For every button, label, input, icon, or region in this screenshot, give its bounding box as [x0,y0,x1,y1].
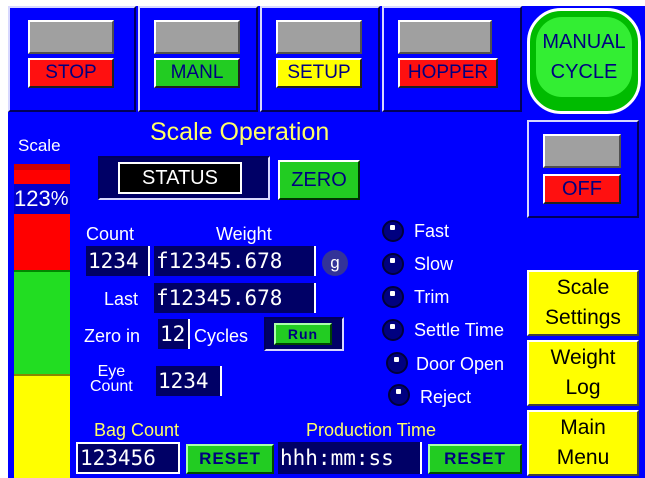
fast-indicator-light [382,220,404,242]
slow-indicator-label: Slow [414,254,454,274]
scale-bar-green-zone [14,270,70,374]
zero-button-label: ZERO [291,168,347,191]
trim-indicator-light [382,286,404,308]
trim-indicator-label: Trim [414,287,450,307]
scale-settings-line2: Settings [545,306,621,329]
status-display: STATUS [98,156,270,200]
hopper-status-indicator [398,20,492,54]
weight-label: Weight [216,224,272,244]
scale-bar: 123% [14,164,70,478]
door-open-indicator-label: Door Open [416,354,505,374]
manl-button-label: MANL [154,58,240,88]
off-status-indicator [543,134,621,168]
weight-log-line1: Weight [550,346,616,369]
zero-button[interactable]: ZERO [278,160,360,200]
manual-cycle-face: MANUAL CYCLE [536,17,632,97]
production-time-reset-label: RESET [444,449,506,468]
settle-time-indicator-light [382,319,404,341]
bag-count-reset-button[interactable]: RESET [186,444,274,474]
fast-indicator-label: Fast [414,221,450,241]
page-title: Scale Operation [150,118,330,146]
stop-button-label: STOP [28,58,114,88]
manual-cycle-button[interactable]: MANUAL CYCLE [527,8,641,114]
bag-count-reset-label: RESET [199,449,261,468]
main-menu-line2: Menu [556,446,610,469]
production-time-reset-button[interactable]: RESET [428,444,522,474]
zero-in-cycles-field: 12 [158,319,190,349]
bag-count-label: Bag Count [94,420,180,440]
door-open-indicator-light [386,352,408,374]
scale-settings-line1: Scale [556,276,610,299]
run-button-label: Run [287,326,319,342]
weight-log-button[interactable]: Weight Log [527,340,639,406]
hopper-button[interactable]: HOPPER [382,6,522,112]
count-label: Count [86,224,135,244]
production-time-label: Production Time [306,420,437,440]
setup-status-indicator [276,20,362,54]
production-time-field: hhh:mm:ss [278,442,422,474]
reject-indicator-light [388,384,410,406]
eye-count-label-line1: Eye [97,363,126,380]
last-label: Last [104,289,139,309]
zero-in-label: Zero in [84,326,141,346]
main-menu-button[interactable]: Main Menu [527,410,639,476]
stop-button[interactable]: STOP [8,6,136,112]
hmi-screen: STOP MANL SETUP HOPPER MANUAL CYCLE OFF … [8,6,645,478]
setup-button[interactable]: SETUP [260,6,380,112]
reject-indicator-label: Reject [420,387,472,407]
scale-settings-button[interactable]: Scale Settings [527,270,639,336]
eye-count-field: 1234 [156,366,222,396]
off-toggle-label: OFF [543,174,621,204]
manual-cycle-label-line1: MANUAL [542,31,626,53]
scale-percent-unit: % [50,187,69,210]
eye-count-label: Eye Count [90,363,133,395]
scale-label: Scale [18,136,61,155]
run-button-frame: Run [264,317,344,351]
setup-button-label: SETUP [276,58,362,88]
weight-field: f12345.678 [154,246,316,276]
weight-unit-label: g [330,253,340,272]
settle-time-indicator-label: Settle Time [414,320,505,340]
weight-unit-badge: g [322,250,348,276]
off-toggle[interactable]: OFF [527,120,639,218]
weight-log-line2: Log [565,376,601,399]
stop-status-indicator [28,20,114,54]
scale-percent-readout: 123% [14,184,70,214]
slow-indicator-light [382,253,404,275]
hopper-button-label: HOPPER [398,58,498,88]
count-field: 1234 [86,246,150,276]
scale-percent-value: 123 [14,186,51,211]
status-display-box: STATUS [118,162,242,194]
scale-bar-red-zone [14,164,70,272]
manual-cycle-label-line2: CYCLE [550,61,618,83]
eye-count-label-line2: Count [90,378,133,395]
run-button[interactable]: Run [274,323,332,345]
main-menu-line1: Main [560,416,606,439]
bag-count-field: 123456 [76,442,180,474]
last-weight-field: f12345.678 [154,283,316,313]
manl-button[interactable]: MANL [138,6,258,112]
cycles-label: Cycles [194,326,249,346]
scale-bar-yellow-zone [14,374,70,478]
manl-status-indicator [154,20,240,54]
